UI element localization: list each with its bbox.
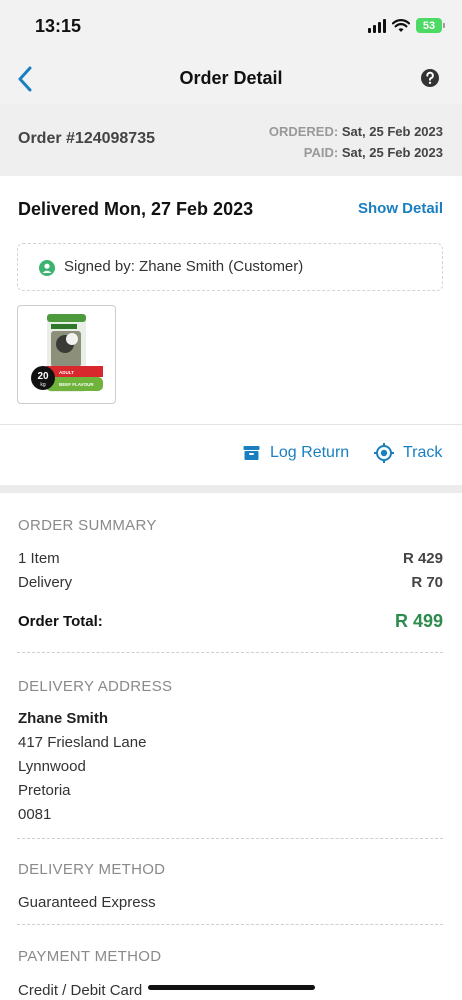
order-summary-heading: ORDER SUMMARY [18,517,157,534]
product-pack-label: ADULT [59,370,74,375]
signed-by-box: Signed by: Zhane Smith (Customer) [17,243,443,291]
order-total-label: Order Total: [18,613,103,630]
ordered-date-row: ORDERED: Sat, 25 Feb 2023 [269,121,443,142]
ordered-label: ORDERED: [268,124,339,139]
order-detail-screen: 13:15 53 Order Detail Order #124098735 O… [0,0,462,1000]
wifi-icon [392,18,410,32]
order-actions: Log Return Track [0,425,462,485]
paid-date: Sat, 25 Feb 2023 [341,145,443,160]
product-thumbnail[interactable]: 20 kg ADULT BEEF FLAVOUR [17,305,116,404]
items-value: R 429 [402,550,443,567]
user-check-icon [39,260,55,276]
delivery-fee-value: R 70 [411,574,443,591]
status-time: 13:15 [35,16,82,36]
dashed-divider [17,652,443,653]
dashed-divider [17,924,443,925]
paid-label: PAID: [303,145,339,160]
track-button[interactable]: Track [374,443,442,463]
archive-box-icon [243,446,260,460]
delivery-method-heading: DELIVERY METHOD [18,861,166,878]
track-label: Track [403,444,443,461]
order-header: Order #124098735 ORDERED: Sat, 25 Feb 20… [0,104,462,176]
delivery-status: Delivered Mon, 27 Feb 2023 [18,199,254,219]
address-line: 417 Friesland Lane [18,734,147,751]
section-spacer [0,485,462,493]
battery-level: 53 [422,19,436,32]
paid-date-row: PAID: Sat, 25 Feb 2023 [269,142,443,163]
page-title: Order Detail [179,68,283,88]
product-flavour-label: BEEF FLAVOUR [59,382,94,387]
dashed-divider [17,838,443,839]
help-button[interactable] [420,68,442,90]
order-total-value: R 499 [394,611,443,631]
crosshair-icon [374,443,394,463]
delivery-address-heading: DELIVERY ADDRESS [18,678,173,695]
ordered-date: Sat, 25 Feb 2023 [341,124,443,139]
dog-food-bag-image: 20 kg ADULT BEEF FLAVOUR [31,314,103,392]
order-number: Order #124098735 [18,130,155,147]
nav-bar: Order Detail [0,54,462,104]
battery-icon: 53 [416,18,445,33]
items-label: 1 Item [18,550,60,567]
question-circle-icon [421,69,439,87]
log-return-button[interactable]: Log Return [243,444,349,462]
status-bar: 13:15 53 [0,0,462,54]
payment-method-heading: PAYMENT METHOD [18,948,162,965]
home-indicator [148,985,315,990]
delivery-method-value: Guaranteed Express [18,894,156,911]
product-weight: 20 [37,371,49,382]
address-line: 0081 [18,806,52,823]
show-detail-link[interactable]: Show Detail [358,200,443,217]
log-return-label: Log Return [270,444,350,461]
address-line: Lynnwood [18,758,86,775]
product-weight-unit: kg [40,382,46,388]
address-name: Zhane Smith [18,710,109,727]
address-line: Pretoria [18,782,71,799]
status-icons: 53 [368,18,445,33]
order-dates: ORDERED: Sat, 25 Feb 2023 PAID: Sat, 25 … [269,121,443,163]
payment-method-value: Credit / Debit Card [18,982,143,999]
signed-by-text: Signed by: Zhane Smith (Customer) [64,258,304,275]
cellular-signal-icon [368,18,386,33]
delivery-fee-label: Delivery [18,574,73,591]
